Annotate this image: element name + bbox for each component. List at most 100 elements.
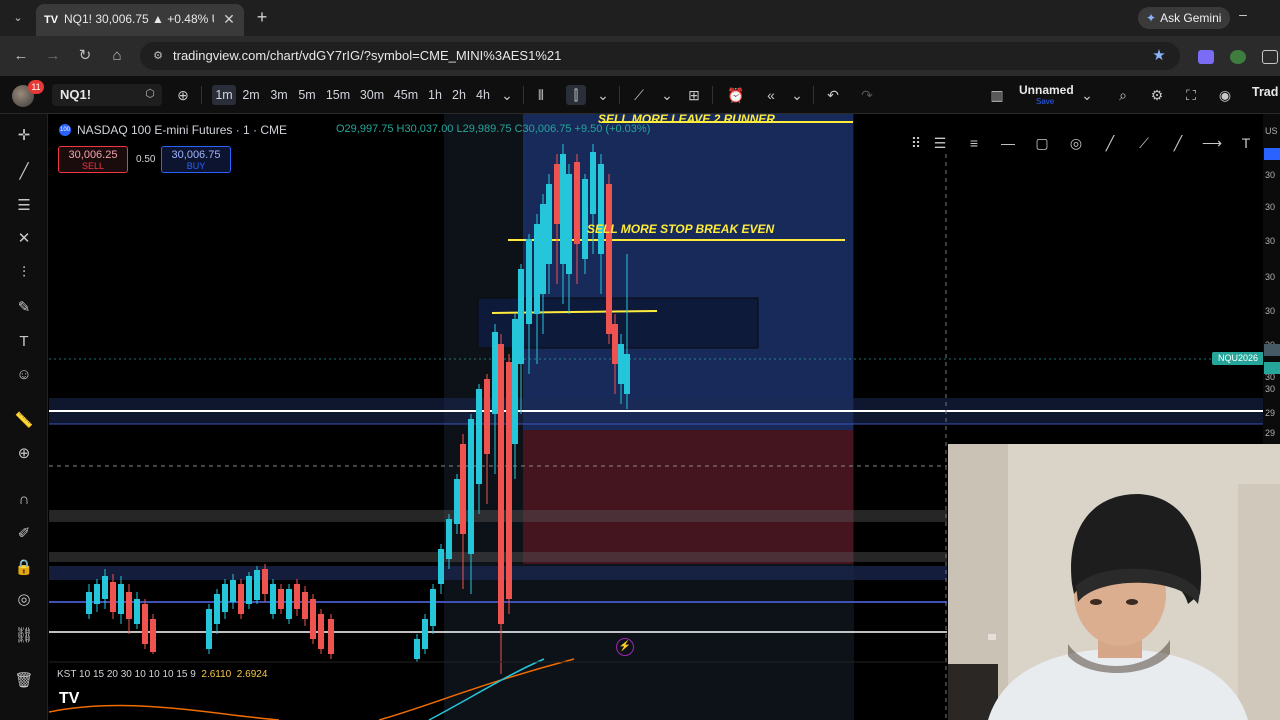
annotation-runner[interactable]: SELL MORE LEAVE 2 RUNNER (598, 114, 775, 126)
symbol-search[interactable]: NQ1! ⬡ (52, 84, 162, 106)
price-label: 30 (1265, 272, 1276, 282)
site-info-icon[interactable]: ⚙ (150, 48, 166, 64)
candle-body (238, 584, 244, 614)
trash-icon[interactable]: 🗑 (12, 669, 36, 693)
browser-tab[interactable]: TV NQ1! 30,006.75 ▲ +0.48% Unn ✕ (36, 4, 244, 36)
candle-body (414, 639, 420, 659)
notification-badge: 11 (28, 80, 44, 94)
eye-icon[interactable]: ◎ (12, 588, 36, 612)
chevron-down-icon[interactable]: ⌄ (657, 85, 677, 105)
interval-1m[interactable]: 1m (212, 85, 236, 105)
layout-save-label[interactable]: Save (1036, 97, 1054, 106)
sell-button[interactable]: 30,006.25 SELL (58, 146, 128, 173)
fib-icon[interactable]: ☰ (12, 194, 36, 218)
interval-45m[interactable]: 45m (392, 85, 420, 105)
reload-icon[interactable]: ↻ (74, 46, 96, 66)
ask-gemini-button[interactable]: ✦ Ask Gemini (1138, 7, 1230, 29)
zoom-icon[interactable]: ⊕ (12, 442, 36, 466)
indicator-legend[interactable]: KST 10 15 20 30 10 10 10 15 9 2.6110 2.6… (57, 669, 267, 680)
pencil-lock-icon[interactable]: ✐ (12, 522, 36, 546)
fib-icon[interactable]: ≡ (963, 132, 985, 154)
fullscreen-icon[interactable]: ⛶ (1181, 85, 1201, 105)
chevron-down-icon[interactable]: ⌄ (593, 85, 613, 105)
circle-icon[interactable]: ◎ (1065, 132, 1087, 154)
trade-button[interactable]: Trad (1252, 85, 1280, 105)
annotation-break-even[interactable]: SELL MORE STOP BREAK EVEN (587, 222, 774, 236)
chevron-down-icon[interactable]: ⌄ (497, 85, 517, 105)
layout-name[interactable]: Unnamed (1019, 83, 1074, 97)
interval-1h[interactable]: 1h (426, 85, 444, 105)
quick-search-icon[interactable]: ⌕ (1113, 85, 1133, 105)
alert-icon[interactable]: ⏰ (726, 85, 746, 105)
chevron-down-icon[interactable]: ⌄ (1077, 85, 1097, 105)
tab-close-icon[interactable]: ✕ (220, 10, 238, 28)
forecast-icon[interactable]: ⫶ (12, 261, 36, 285)
candle-body (134, 599, 140, 624)
candles-icon[interactable]: ⫿ (566, 85, 586, 105)
redo-icon[interactable]: ↷ (857, 85, 877, 105)
arrow-icon[interactable]: ⟶ (1201, 132, 1223, 154)
price-label: 30 (1265, 384, 1276, 394)
trendline-icon[interactable]: ╱ (1167, 132, 1189, 154)
text-icon[interactable]: T (12, 330, 36, 354)
ray-icon[interactable]: ╱ (1099, 132, 1121, 154)
interval-3m[interactable]: 3m (268, 85, 290, 105)
interval-2h[interactable]: 2h (450, 85, 468, 105)
candle-body (534, 224, 540, 314)
bar-chart-icon[interactable]: ⫴ (531, 85, 551, 105)
text-icon[interactable]: T (1235, 132, 1257, 154)
interval-4h[interactable]: 4h (474, 85, 492, 105)
indicators-icon[interactable]: ⟋ (629, 85, 649, 105)
horizontal-line-icon[interactable]: — (997, 132, 1019, 154)
gemini-icon: ✦ (1146, 11, 1157, 25)
extensions-icon[interactable] (1262, 50, 1278, 64)
lightning-icon[interactable]: ⚡ (616, 638, 634, 656)
pattern-icon[interactable]: ✕ (12, 227, 36, 251)
camera-icon[interactable]: ◉ (1215, 85, 1235, 105)
price-tag-blue (1264, 148, 1280, 160)
add-symbol-icon[interactable]: ⊕ (173, 85, 193, 105)
drag-handle-icon[interactable]: ⠿ (905, 132, 927, 154)
extension-icon[interactable] (1198, 50, 1214, 64)
emoji-icon[interactable]: ☺ (12, 363, 36, 387)
symbol-settings-icon[interactable]: ⬡ (142, 87, 158, 103)
bookmark-star-icon[interactable]: ★ (1150, 47, 1168, 65)
tab-title: NQ1! 30,006.75 ▲ +0.48% Unn (64, 12, 214, 26)
undo-icon[interactable]: ↶ (823, 85, 843, 105)
magnet-icon[interactable]: ∩ (12, 488, 36, 512)
layout-icon[interactable]: ▥ (987, 85, 1007, 105)
link-icon[interactable]: ⛓ (12, 624, 36, 648)
path-icon[interactable]: ⟋ (1133, 132, 1155, 154)
ruler-icon[interactable]: 📏 (12, 409, 36, 433)
url-field[interactable]: ⚙ tradingview.com/chart/vdGY7rIG/?symbol… (140, 42, 1180, 70)
interval-2m[interactable]: 2m (240, 85, 262, 105)
buy-label: BUY (186, 161, 206, 171)
divider (813, 86, 814, 104)
crosshair-icon[interactable]: ✛ (12, 124, 36, 148)
new-tab-button[interactable]: + (252, 6, 272, 28)
settings-icon[interactable]: ⚙ (1147, 85, 1167, 105)
lock-icon[interactable]: 🔒 (12, 556, 36, 580)
forward-icon[interactable]: → (42, 46, 64, 66)
trendline-icon[interactable]: ╱ (12, 160, 36, 184)
interval-30m[interactable]: 30m (358, 85, 386, 105)
align-icon[interactable]: ☰ (929, 132, 951, 154)
window-minimize-icon[interactable]: – (1236, 6, 1250, 26)
templates-icon[interactable]: ⊞ (684, 85, 704, 105)
rectangle-icon[interactable]: ▢ (1031, 132, 1053, 154)
chevron-down-icon[interactable]: ⌄ (787, 85, 807, 105)
price-label: 30 (1265, 202, 1276, 212)
divider (201, 86, 202, 104)
brush-icon[interactable]: ✎ (12, 296, 36, 320)
interval-15m[interactable]: 15m (324, 85, 352, 105)
tab-search-icon[interactable]: ⌄ (8, 7, 28, 29)
buy-button[interactable]: 30,006.75 BUY (161, 146, 231, 173)
interval-5m[interactable]: 5m (296, 85, 318, 105)
candle-body (126, 592, 132, 619)
extension-icon-2[interactable] (1230, 50, 1246, 64)
back-icon[interactable]: ← (10, 46, 32, 66)
home-icon[interactable]: ⌂ (106, 46, 128, 66)
replay-icon[interactable]: « (761, 85, 781, 105)
chart-legend-title[interactable]: NASDAQ 100 E-mini Futures · 1 · CME (77, 123, 287, 137)
candle-body (438, 549, 444, 584)
